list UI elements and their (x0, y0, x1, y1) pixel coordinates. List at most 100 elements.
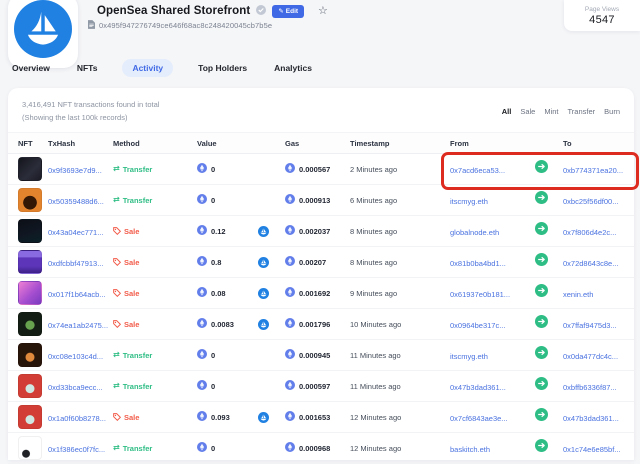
nft-thumbnail[interactable] (18, 312, 42, 336)
gas-text: 0.00207 (299, 258, 326, 267)
txhash-link[interactable]: 0x50359488d6... (48, 197, 104, 206)
from-link[interactable]: 0x0964be317c... (450, 321, 505, 330)
from-link[interactable]: 0x47b3dad361... (450, 383, 506, 392)
contract-address[interactable]: 0x495f947276749ce646f68ac8c248420045cb7b… (88, 16, 272, 34)
favorite-star-icon[interactable]: ☆ (318, 6, 328, 17)
opensea-marketplace-icon (258, 288, 269, 299)
eth-icon (197, 315, 207, 333)
nft-thumbnail[interactable] (18, 436, 42, 460)
tab-overview[interactable]: Overview (10, 59, 52, 77)
nft-thumbnail[interactable] (18, 374, 42, 398)
tab-activity[interactable]: Activity (122, 59, 173, 77)
gas-text: 0.000567 (299, 165, 330, 174)
filter-all[interactable]: All (502, 107, 512, 116)
to-link[interactable]: 0xbc25f56df00... (563, 197, 618, 206)
from-link[interactable]: globalnode.eth (450, 228, 499, 237)
nft-thumbnail[interactable] (18, 281, 42, 305)
to-link[interactable]: 0xbffb6336f87... (563, 383, 617, 392)
txhash-link[interactable]: 0x74ea1ab2475... (48, 321, 108, 330)
transfer-arrows-icon: ⇄ (113, 382, 120, 390)
column-header-nft: NFT (18, 139, 48, 148)
value-text: 0.08 (211, 289, 226, 298)
txhash-link[interactable]: 0x1a0f60b8278... (48, 414, 106, 423)
tab-top-holders[interactable]: Top Holders (196, 59, 249, 77)
eth-icon (285, 253, 295, 271)
pencil-icon: ✎ (278, 7, 283, 15)
nft-thumbnail[interactable] (18, 250, 42, 274)
to-link[interactable]: 0x1c74e6e85bf... (563, 445, 621, 454)
tab-nfts[interactable]: NFTs (75, 59, 100, 77)
arrow-right-icon (535, 439, 548, 457)
to-link[interactable]: 0xb774371ea20... (563, 166, 623, 175)
txhash-link[interactable]: 0xd33bca9ecc... (48, 383, 103, 392)
from-link[interactable]: 0x7acd6eca53... (450, 166, 505, 175)
method-label: Sale (124, 289, 139, 298)
timestamp: 10 Minutes ago (350, 320, 450, 329)
nft-thumbnail[interactable] (18, 405, 42, 429)
from-link[interactable]: 0x81b0ba4bd1... (450, 259, 506, 268)
filter-sale[interactable]: Sale (520, 107, 535, 116)
method-label: Sale (124, 258, 139, 267)
txhash-link[interactable]: 0x9f3693e7d9... (48, 166, 102, 175)
table-header: NFTTxHashMethodValueGasTimestampFromTo (8, 132, 634, 154)
timestamp: 11 Minutes ago (350, 382, 450, 391)
method-filter-group: All Sale Mint Transfer Burn (502, 107, 620, 116)
eth-icon (197, 222, 207, 240)
arrow-right-icon (535, 253, 548, 271)
filter-mint[interactable]: Mint (544, 107, 558, 116)
eth-icon (197, 377, 207, 395)
filter-transfer[interactable]: Transfer (568, 107, 596, 116)
timestamp: 2 Minutes ago (350, 165, 450, 174)
to-link[interactable]: 0x7ffaf9475d3... (563, 321, 617, 330)
nft-thumbnail[interactable] (18, 219, 42, 243)
nft-thumbnail[interactable] (18, 157, 42, 181)
to-link[interactable]: 0x72d8643c8e... (563, 259, 618, 268)
eth-icon (197, 160, 207, 178)
arrow-right-icon (535, 408, 548, 426)
opensea-marketplace-icon (258, 412, 269, 423)
column-header-from: From (450, 139, 535, 148)
activity-panel: 3,416,491 NFT transactions found in tota… (8, 88, 634, 460)
sale-tag-icon (113, 289, 121, 297)
results-count: 3,416,491 NFT transactions found in tota… (22, 100, 159, 109)
table-row: 0x1f386ec0f7fc... ⇄ Transfer 0 0.000968 … (8, 433, 634, 464)
from-link[interactable]: itscmyg.eth (450, 197, 488, 206)
column-header-value: Value (197, 139, 285, 148)
table-row: 0xd33bca9ecc... ⇄ Transfer 0 0.000597 11… (8, 371, 634, 402)
page-views-card: Page Views 4547 (564, 0, 640, 31)
transfer-arrows-icon: ⇄ (113, 444, 120, 452)
gas-text: 0.000913 (299, 196, 330, 205)
txhash-link[interactable]: 0x1f386ec0f7fc... (48, 445, 105, 454)
edit-button[interactable]: ✎Edit (272, 5, 304, 18)
filter-burn[interactable]: Burn (604, 107, 620, 116)
arrow-right-icon (535, 191, 548, 209)
from-link[interactable]: itscmyg.eth (450, 352, 488, 361)
column-header-txhash: TxHash (48, 139, 113, 148)
method-label: Sale (124, 227, 139, 236)
gas-text: 0.002037 (299, 227, 330, 236)
value-text: 0 (211, 165, 215, 174)
nft-thumbnail[interactable] (18, 188, 42, 212)
transfer-arrows-icon: ⇄ (113, 196, 120, 204)
contract-doc-icon (88, 16, 95, 34)
to-link[interactable]: xenin.eth (563, 290, 593, 299)
txhash-link[interactable]: 0xc08e103c4d... (48, 352, 103, 361)
to-link[interactable]: 0x47b3dad361... (563, 414, 619, 423)
arrow-right-icon (535, 160, 548, 178)
txhash-link[interactable]: 0xdfcbbf47913... (48, 259, 103, 268)
to-link[interactable]: 0x0da477dc4c... (563, 352, 618, 361)
from-link[interactable]: baskitch.eth (450, 445, 490, 454)
value-text: 0 (211, 444, 215, 453)
arrow-right-icon (535, 284, 548, 302)
to-link[interactable]: 0x7f806d4e2c... (563, 228, 616, 237)
tab-analytics[interactable]: Analytics (272, 59, 314, 77)
arrow-right-icon (535, 377, 548, 395)
column-header-gas: Gas (285, 139, 350, 148)
opensea-marketplace-icon (258, 226, 269, 237)
from-link[interactable]: 0x61937e0b181... (450, 290, 510, 299)
from-link[interactable]: 0x7cf6843ae3e... (450, 414, 508, 423)
txhash-link[interactable]: 0x43a04ec771... (48, 228, 103, 237)
transactions-table: 0x9f3693e7d9... ⇄ Transfer 0 0.000567 2 … (8, 154, 634, 464)
txhash-link[interactable]: 0x017f1b64acb... (48, 290, 106, 299)
nft-thumbnail[interactable] (18, 343, 42, 367)
